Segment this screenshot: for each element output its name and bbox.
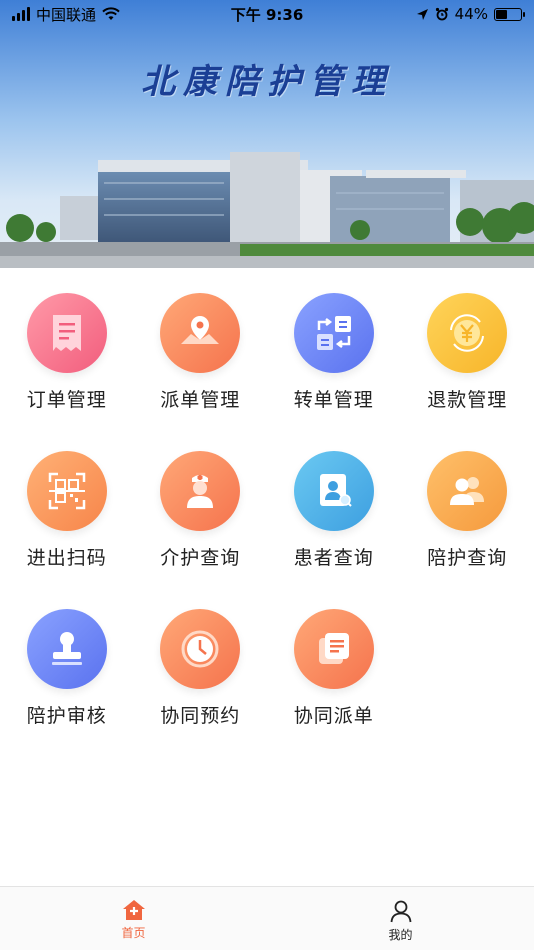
banner-title: 北康陪护管理 <box>141 62 393 102</box>
receipt-icon <box>26 293 107 373</box>
menu-label: 陪护查询 <box>427 547 508 569</box>
menu-label: 陪护审核 <box>26 705 107 727</box>
clock-icon <box>160 609 241 689</box>
status-bar: 中国联通 下午 9:36 44% <box>0 0 534 28</box>
tab-home-label: 首页 <box>121 926 146 940</box>
tab-bar: 首页 我的 <box>0 886 534 950</box>
menu-label: 派单管理 <box>160 389 241 411</box>
tab-home[interactable]: 首页 <box>0 887 267 950</box>
menu-item-entry-exit-scan[interactable]: 进出扫码 <box>0 446 134 580</box>
status-right: 44% <box>416 5 525 23</box>
hospital-building-image <box>0 0 534 268</box>
menu-label: 转单管理 <box>293 389 374 411</box>
tab-mine[interactable]: 我的 <box>267 887 534 950</box>
menu-item-joint-appointment[interactable]: 协同预约 <box>134 604 268 738</box>
alarm-icon <box>435 7 448 21</box>
yuan-refund-icon <box>427 293 508 373</box>
menu-item-patient-query[interactable]: 患者查询 <box>267 446 401 580</box>
menu-grid: 订单管理 派单管理 转单管理 退款管理 进出扫码 介护查询 患者查询 陪护查询 … <box>0 288 534 738</box>
carrier-name: 中国联通 <box>36 5 97 24</box>
user-icon <box>390 900 411 923</box>
location-arrow-icon <box>416 8 428 20</box>
menu-label: 进出扫码 <box>26 547 107 569</box>
menu-item-order-management[interactable]: 订单管理 <box>0 288 134 422</box>
menu-item-joint-dispatch[interactable]: 协同派单 <box>267 604 401 738</box>
people-icon <box>427 451 508 531</box>
signal-icon <box>12 7 30 21</box>
home-icon <box>122 900 145 920</box>
menu-item-refund-management[interactable]: 退款管理 <box>401 288 534 422</box>
map-pin-icon <box>160 293 241 373</box>
status-left: 中国联通 <box>12 4 120 25</box>
document-stack-icon <box>293 609 374 689</box>
menu-item-dispatch-management[interactable]: 派单管理 <box>134 288 268 422</box>
menu-label: 订单管理 <box>26 389 107 411</box>
menu-item-escort-query[interactable]: 陪护查询 <box>401 446 534 580</box>
transfer-icon <box>293 293 374 373</box>
nurse-icon <box>160 451 241 531</box>
qr-scan-icon <box>26 451 107 531</box>
menu-label: 协同预约 <box>160 705 241 727</box>
battery-level <box>496 9 507 19</box>
menu-label: 退款管理 <box>427 389 508 411</box>
menu-item-escort-review[interactable]: 陪护审核 <box>0 604 134 738</box>
patient-card-icon <box>293 451 374 531</box>
menu-label: 介护查询 <box>160 547 241 569</box>
tab-mine-label: 我的 <box>388 928 413 942</box>
wifi-icon <box>102 7 120 20</box>
banner: 北康陪护管理 <box>0 0 534 268</box>
menu-label: 协同派单 <box>293 705 374 727</box>
menu-item-transfer-management[interactable]: 转单管理 <box>267 288 401 422</box>
menu-item-care-query[interactable]: 介护查询 <box>134 446 268 580</box>
battery-percent: 44% <box>454 5 488 23</box>
battery-icon <box>494 7 525 21</box>
menu-label: 患者查询 <box>293 547 374 569</box>
stamp-icon <box>26 609 107 689</box>
